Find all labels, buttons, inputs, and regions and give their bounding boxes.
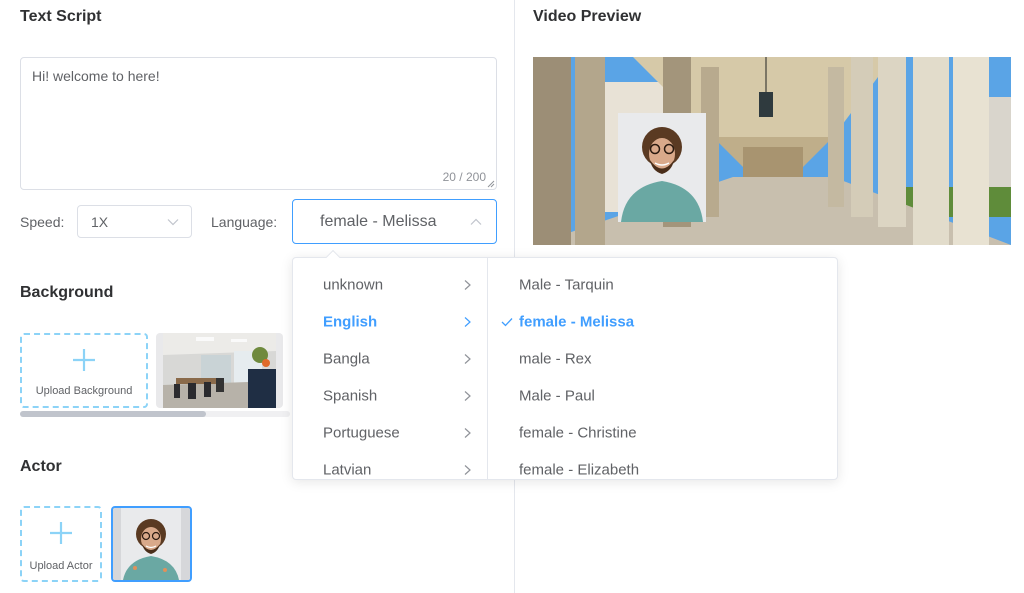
upload-background-button[interactable]: Upload Background: [20, 333, 148, 408]
chevron-right-icon: [464, 353, 471, 364]
language-option-english[interactable]: English: [293, 303, 487, 340]
upload-actor-button[interactable]: Upload Actor: [20, 506, 102, 582]
language-menu: unknown English Bangla Spanish Portuguese Lat…: [293, 258, 488, 479]
language-option-unknown[interactable]: unknown: [293, 266, 487, 303]
voice-option[interactable]: female - Elizabeth: [489, 451, 837, 479]
chevron-right-icon: [464, 427, 471, 438]
colonnade-image: [533, 57, 1011, 245]
voice-option[interactable]: Male - Tarquin: [489, 266, 837, 303]
voice-option[interactable]: Male - Paul: [489, 377, 837, 414]
upload-background-label: Upload Background: [35, 385, 133, 397]
language-value: female - Melissa: [320, 212, 437, 230]
language-option-label: Latvian: [323, 461, 372, 478]
voice-menu: Male - Tarquin female - Melissa male - Rex…: [489, 258, 837, 479]
speed-select[interactable]: 1X: [77, 205, 192, 238]
chevron-down-icon: [167, 218, 179, 225]
text-script-title: Text Script: [20, 8, 102, 25]
language-option-label: Spanish: [323, 387, 378, 404]
language-label: Language:: [211, 214, 278, 230]
voice-option[interactable]: female - Melissa: [489, 303, 837, 340]
video-preview[interactable]: [533, 57, 1011, 245]
voice-option-label: male - Rex: [519, 350, 592, 367]
actor-thumbnail[interactable]: [111, 506, 192, 582]
language-option-spanish[interactable]: Spanish: [293, 377, 487, 414]
chevron-up-icon: [470, 218, 482, 225]
background-scrollbar[interactable]: [20, 411, 290, 417]
voice-option-label: Male - Paul: [519, 387, 595, 404]
upload-actor-label: Upload Actor: [29, 560, 93, 572]
background-scrollbar-thumb[interactable]: [20, 411, 206, 417]
script-text: Hi! welcome to here!: [32, 68, 160, 84]
language-option-latvian[interactable]: Latvian: [293, 451, 487, 479]
speed-value: 1X: [91, 213, 109, 230]
chevron-right-icon: [464, 279, 471, 290]
actor-title: Actor: [20, 458, 62, 475]
voice-option[interactable]: female - Christine: [489, 414, 837, 451]
voice-option-label: Male - Tarquin: [519, 276, 614, 293]
voice-option[interactable]: male - Rex: [489, 340, 837, 377]
language-select[interactable]: female - Melissa: [292, 199, 497, 244]
language-option-label: English: [323, 313, 378, 330]
plus-icon: [50, 522, 72, 544]
actor-image: [113, 508, 190, 580]
plus-icon: [73, 349, 95, 371]
voice-option-label: female - Melissa: [519, 313, 635, 330]
check-icon: [501, 317, 513, 326]
language-option-bangla[interactable]: Bangla: [293, 340, 487, 377]
chevron-right-icon: [464, 316, 471, 327]
office-image: [163, 333, 276, 408]
voice-option-label: female - Christine: [519, 424, 637, 441]
language-cascader-dropdown: unknown English Bangla Spanish Portuguese Lat…: [292, 249, 838, 480]
resize-handle-icon[interactable]: [487, 180, 495, 188]
background-title: Background: [20, 284, 114, 301]
language-option-label: Bangla: [323, 350, 370, 367]
chevron-right-icon: [464, 390, 471, 401]
language-option-portuguese[interactable]: Portuguese: [293, 414, 487, 451]
char-counter: 20 / 200: [442, 170, 486, 184]
background-thumbnail-office[interactable]: [156, 333, 283, 408]
script-textarea[interactable]: Hi! welcome to here! 20 / 200: [20, 57, 497, 190]
language-option-label: Portuguese: [323, 424, 400, 441]
chevron-right-icon: [464, 464, 471, 475]
voice-option-label: female - Elizabeth: [519, 461, 640, 478]
speed-label: Speed:: [20, 214, 65, 230]
language-option-label: unknown: [323, 276, 384, 293]
video-preview-title: Video Preview: [533, 8, 642, 25]
